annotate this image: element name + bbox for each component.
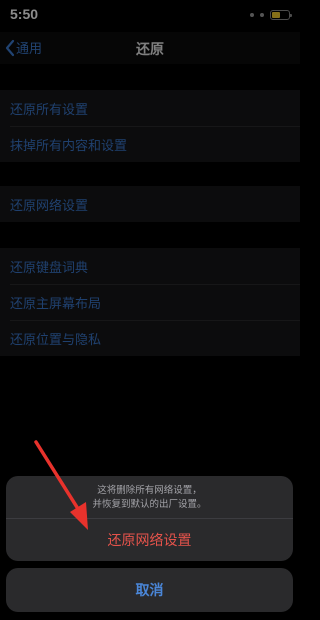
action-sheet: 这将删除所有网络设置， 并恢复到默认的出厂设置。 还原网络设置 bbox=[6, 476, 293, 561]
action-sheet-message: 这将删除所有网络设置， 并恢复到默认的出厂设置。 bbox=[6, 476, 293, 518]
confirm-reset-network-button[interactable]: 还原网络设置 bbox=[6, 519, 293, 561]
message-line: 这将删除所有网络设置， bbox=[97, 485, 202, 496]
message-line: 并恢复到默认的出厂设置。 bbox=[92, 499, 207, 510]
cancel-button[interactable]: 取消 bbox=[6, 568, 293, 612]
